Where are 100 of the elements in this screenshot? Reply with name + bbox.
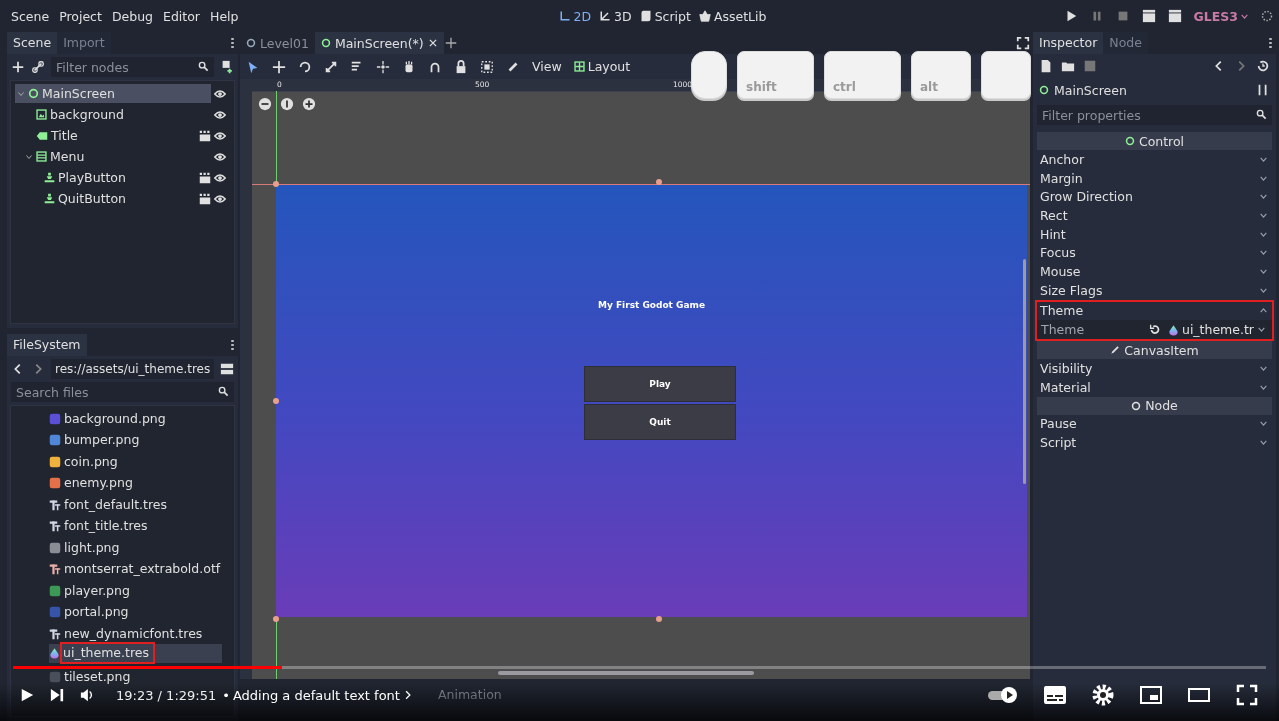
more-icon[interactable] [231,37,234,49]
editor-tab[interactable]: MainScreen(*) [314,32,444,54]
layout-menu[interactable]: Layout [573,59,631,74]
tree-item[interactable]: MainScreen [15,84,211,103]
file-item[interactable]: portal.png [49,605,222,619]
chapter-title[interactable]: Adding a default text font [232,687,400,703]
property-group[interactable]: Mouse [1037,262,1272,281]
menubar-entry[interactable]: Project [54,8,107,24]
scrollbar[interactable] [1023,259,1026,484]
scale-icon[interactable] [324,59,338,74]
add-icon[interactable] [11,60,25,74]
scrollbar[interactable] [498,671,754,675]
split-view-icon[interactable] [220,362,234,376]
list-select-icon[interactable] [350,59,364,74]
property-group[interactable]: Focus [1037,243,1272,263]
more-icon[interactable] [231,339,234,351]
section-header[interactable]: Node [1037,396,1272,415]
history-icon[interactable] [1256,59,1270,73]
add-tab-icon[interactable] [443,36,458,50]
dock-tab[interactable]: Inspector [1033,32,1104,54]
game-button[interactable]: Quit [584,404,736,440]
property-group[interactable]: Hint [1037,224,1272,244]
workspace-tab[interactable]: Script [639,8,691,24]
save-icon[interactable] [1083,59,1097,73]
next-icon[interactable] [50,688,64,702]
file-item[interactable]: ui_theme.tres [49,643,222,663]
script-icon[interactable] [220,60,234,74]
lock-icon[interactable] [454,59,468,74]
zoom-out-icon[interactable] [258,97,272,111]
resize-handle[interactable] [273,398,279,404]
resize-handle[interactable] [656,616,662,622]
tree-item[interactable]: background [23,105,211,124]
dock-tab[interactable]: Scene [7,32,58,54]
menubar-entry[interactable]: Scene [6,8,55,24]
clapper-play-icon[interactable] [1141,9,1156,23]
more-icon[interactable] [1269,37,1272,49]
filter-field[interactable]: Filter nodes [51,57,214,77]
resize-handle[interactable] [273,616,279,622]
property-group[interactable]: Material [1037,377,1272,397]
file-item[interactable]: light.png [49,540,222,555]
property-group[interactable]: Grow Direction [1037,187,1272,207]
resize-handle[interactable] [273,181,279,187]
clapper-icon[interactable] [1167,9,1182,23]
zoom-reset-icon[interactable] [280,97,294,111]
menubar-entry[interactable]: Editor [158,8,205,24]
move-icon[interactable] [272,59,286,74]
subtitles-icon[interactable] [1043,683,1067,707]
file-item[interactable]: bumper.png [49,433,222,447]
file-item[interactable]: background.png [49,411,222,426]
volume-icon[interactable] [80,688,94,702]
filter-field[interactable]: Filter properties [1037,105,1272,125]
fullscreen-icon[interactable] [1016,36,1030,50]
dock-tab[interactable]: FileSystem [7,334,87,356]
view-menu[interactable]: View [532,59,562,74]
section-header[interactable]: Control [1037,132,1272,150]
rotate-icon[interactable] [298,59,312,74]
dock-tab[interactable]: Node [1103,32,1148,54]
renderer-dropdown[interactable]: GLES3 [1193,8,1249,24]
dock-tab[interactable]: Import [57,32,111,54]
file-item[interactable]: coin.png [49,454,222,469]
workspace-tab[interactable]: 3D [599,8,632,24]
file-item[interactable]: montserrat_extrabold.otf [49,562,224,576]
file-item[interactable]: tileset.png [49,669,222,684]
search-field[interactable]: Search files [11,382,234,402]
property-group[interactable]: Margin [1037,168,1272,188]
file-item[interactable]: player.png [49,583,222,598]
property-group[interactable]: Pause [1037,414,1272,434]
miniplayer-icon[interactable] [1139,683,1163,707]
file-item[interactable]: font_title.tres [49,519,222,533]
workspace-tab[interactable]: AssetLib [698,8,767,24]
settings-icon[interactable] [1091,683,1115,707]
tree-item[interactable]: Title [23,126,196,145]
tree-item[interactable]: PlayButton [31,168,196,187]
property-group[interactable]: Size Flags [1037,280,1272,300]
property-group[interactable]: Visibility [1037,359,1272,378]
revert-icon[interactable] [1147,322,1162,337]
zoom-in-icon[interactable] [302,97,316,111]
pivot-icon[interactable] [376,59,390,74]
resize-handle[interactable] [656,179,662,185]
tree-item[interactable]: QuitButton [31,189,196,208]
file-item[interactable]: enemy.png [49,476,222,490]
link-icon[interactable] [31,60,45,74]
property-group[interactable]: Theme [1037,301,1272,321]
file-item[interactable]: new_dynamicfont.tres [49,626,222,641]
group-icon[interactable] [480,59,494,74]
property-group[interactable]: Anchor [1037,150,1272,169]
select-icon[interactable] [246,59,260,74]
autoplay-toggle[interactable] [987,686,1019,704]
menubar-entry[interactable]: Debug [106,8,158,24]
play-icon[interactable] [20,688,34,702]
tree-item[interactable]: Menu [23,147,211,166]
game-button[interactable]: Play [584,366,736,402]
new-resource-icon[interactable] [1039,59,1053,73]
section-header[interactable]: CanvasItem [1037,341,1272,360]
editor-tab[interactable]: Level01 [240,32,315,54]
menubar-entry[interactable]: Help [205,8,244,24]
property-group[interactable]: Rect [1037,206,1272,225]
workspace-tab[interactable]: 2D [558,8,592,24]
file-item[interactable]: font_default.tres [49,497,222,512]
path-field[interactable]: res://assets/ui_theme.tres [51,359,214,379]
